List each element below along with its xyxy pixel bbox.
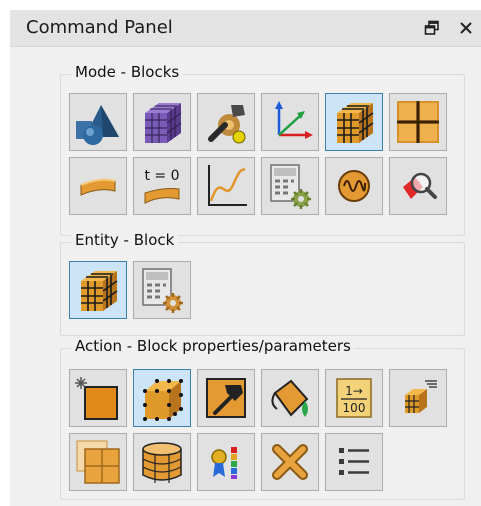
blocks-button[interactable] bbox=[325, 93, 383, 151]
paint-bucket-icon bbox=[271, 379, 309, 417]
split-block-button[interactable] bbox=[69, 433, 127, 491]
cylinder-block-icon bbox=[142, 442, 182, 483]
list-icon bbox=[339, 448, 369, 475]
block-list-icon bbox=[405, 380, 437, 413]
create-block-icon bbox=[75, 377, 118, 420]
curve-plot-icon bbox=[208, 165, 247, 206]
cylinder-block-button[interactable] bbox=[133, 433, 191, 491]
entity-group-title: Entity - Block bbox=[71, 231, 179, 249]
panel-titlebar: Command Panel bbox=[10, 10, 481, 47]
curve-plot-button[interactable] bbox=[197, 157, 255, 215]
calculator-settings-button[interactable] bbox=[261, 157, 319, 215]
renumber-button[interactable]: 1→ 100 bbox=[325, 369, 383, 427]
mesh-icon bbox=[145, 103, 182, 143]
action-group-title: Action - Block properties/parameters bbox=[71, 337, 355, 355]
mode-group-title: Mode - Blocks bbox=[71, 63, 184, 81]
block-vertices-button[interactable] bbox=[133, 369, 191, 427]
mesh-button[interactable] bbox=[133, 93, 191, 151]
waveform-button[interactable] bbox=[325, 157, 383, 215]
block-list-button[interactable] bbox=[389, 369, 447, 427]
geometry-icon bbox=[76, 105, 119, 145]
float-window-icon[interactable] bbox=[420, 16, 444, 40]
blocks-icon bbox=[337, 103, 374, 143]
entity-group: Entity - Block bbox=[60, 231, 465, 336]
panel-title: Command Panel bbox=[26, 17, 173, 38]
block-entity-icon bbox=[81, 271, 118, 311]
paint-bucket-button[interactable] bbox=[261, 369, 319, 427]
delete-button[interactable] bbox=[261, 433, 319, 491]
block-settings-icon bbox=[142, 268, 183, 313]
inspect-icon bbox=[403, 172, 437, 199]
inspect-button[interactable] bbox=[389, 157, 447, 215]
initial-condition-button[interactable]: t = 0 bbox=[133, 157, 191, 215]
close-icon[interactable] bbox=[454, 16, 478, 40]
split-block-icon bbox=[76, 440, 120, 484]
delete-icon bbox=[272, 444, 308, 480]
assign-tool-button[interactable] bbox=[197, 369, 255, 427]
renumber-top-label: 1→ bbox=[345, 384, 363, 398]
color-legend-button[interactable] bbox=[197, 433, 255, 491]
grid-partition-button[interactable] bbox=[389, 93, 447, 151]
sheet-icon bbox=[80, 178, 116, 196]
tools-button[interactable] bbox=[197, 93, 255, 151]
waveform-icon bbox=[338, 170, 370, 202]
assign-tool-icon bbox=[206, 378, 246, 418]
geometry-button[interactable] bbox=[69, 93, 127, 151]
action-group: Action - Block properties/parameters 1→ … bbox=[60, 337, 465, 500]
coordinate-axes-button[interactable] bbox=[261, 93, 319, 151]
tools-icon bbox=[208, 105, 246, 144]
mode-group: Mode - Blocks t = 0 bbox=[60, 63, 465, 236]
command-panel: Command Panel Mode - Blocks t = 0 Entity… bbox=[10, 10, 481, 506]
color-legend-icon bbox=[211, 447, 237, 479]
list-button[interactable] bbox=[325, 433, 383, 491]
renumber-icon: 1→ 100 bbox=[336, 378, 372, 418]
sheet-button[interactable] bbox=[69, 157, 127, 215]
grid-partition-icon bbox=[397, 101, 439, 143]
calculator-settings-icon bbox=[270, 164, 311, 209]
create-block-button[interactable] bbox=[69, 369, 127, 427]
coordinate-axes-icon bbox=[275, 101, 313, 139]
block-entity-button[interactable] bbox=[69, 261, 127, 319]
initial-condition-icon: t = 0 bbox=[144, 168, 180, 204]
renumber-bottom-label: 100 bbox=[343, 401, 366, 415]
block-settings-button[interactable] bbox=[133, 261, 191, 319]
t0-label: t = 0 bbox=[144, 168, 179, 184]
block-vertices-icon bbox=[143, 379, 183, 421]
